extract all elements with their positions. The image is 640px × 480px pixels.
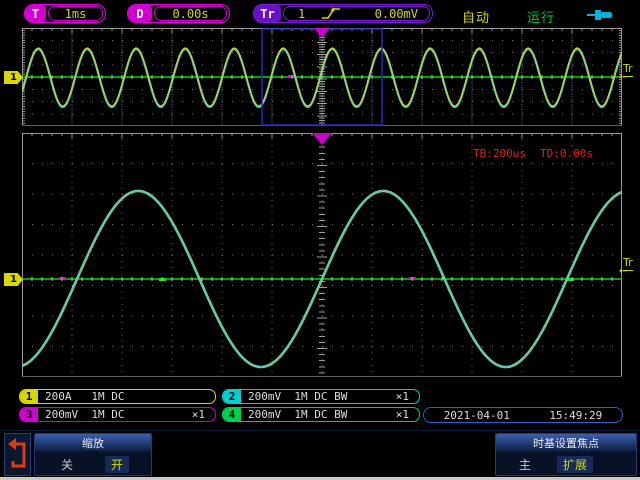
usb-plug-icon <box>586 7 614 26</box>
trigger-level-marker-main[interactable]: Tr ← <box>623 64 640 82</box>
trigger-position-marker[interactable] <box>314 28 330 38</box>
zoom-timebase-readout: TB:200us TD:0.00s <box>473 147 593 160</box>
trigger-mode-label: 自动 <box>462 7 490 26</box>
timebase-readout[interactable]: T 1ms <box>24 4 106 23</box>
channel4-badge: 4 <box>223 408 241 421</box>
channel4-settings: 200mV 1M DC BW <box>248 408 347 421</box>
channel2-info[interactable]: 2 200mV 1M DC BW ×1 <box>222 389 420 404</box>
menu-timebase-focus: 时基设置焦点 主 扩展 <box>495 433 637 476</box>
menu-zoom-title: 缩放 <box>35 434 151 452</box>
menu-zoom: 缩放 关 开 <box>34 433 152 476</box>
zoom-tb-value: TB:200us <box>473 147 526 160</box>
delay-badge: D <box>128 5 152 22</box>
channel3-probe: ×1 <box>192 408 205 421</box>
channel2-badge: 2 <box>223 390 241 403</box>
trigger-readout[interactable]: Tr 1 0.00mV <box>253 4 433 23</box>
channel1-badge: 1 <box>20 390 38 403</box>
ch1-position-marker-main[interactable]: 1 <box>4 71 23 84</box>
oscilloscope-screen: T 1ms D 0.00s Tr 1 0.00mV 自动 运行 1 1 <box>0 0 640 480</box>
return-arrow-icon <box>7 435 29 475</box>
channel1-info[interactable]: 1 200A 1M DC <box>19 389 216 404</box>
channel3-settings: 200mV 1M DC <box>45 408 124 421</box>
trigger-position-marker[interactable] <box>312 133 332 145</box>
channel2-settings: 200mV 1M DC BW <box>248 390 347 403</box>
run-state-label: 运行 <box>527 7 555 26</box>
trigger-badge: Tr <box>254 5 281 22</box>
time-value: 15:49:29 <box>549 409 602 422</box>
menu-back-button[interactable] <box>4 433 31 476</box>
timebase-badge: T <box>25 5 46 22</box>
zoom-waveform-window[interactable] <box>22 133 622 377</box>
channel3-badge: 3 <box>20 408 38 421</box>
channel2-probe: ×1 <box>396 390 409 403</box>
main-waveform-window[interactable] <box>22 28 622 126</box>
delay-readout[interactable]: D 0.00s <box>127 4 230 23</box>
soft-menu-bar: 缩放 关 开 时基设置焦点 主 扩展 <box>0 430 640 478</box>
trigger-level-marker-zoom[interactable]: Tr ← <box>623 258 640 276</box>
ch1-position-marker-zoom[interactable]: 1 <box>4 273 23 286</box>
delay-value: 0.00s <box>152 7 229 21</box>
zoom-off-option[interactable]: 关 <box>55 456 79 473</box>
datetime-display: 2021-04-01 15:49:29 <box>423 407 623 423</box>
channel4-info[interactable]: 4 200mV 1M DC BW ×1 <box>222 407 420 422</box>
date-value: 2021-04-01 <box>444 409 510 422</box>
channel4-probe: ×1 <box>396 408 409 421</box>
channel1-settings: 200A 1M DC <box>45 390 124 403</box>
zoom-on-option[interactable]: 开 <box>105 456 129 473</box>
focus-main-option[interactable]: 主 <box>513 456 537 473</box>
channel3-info[interactable]: 3 200mV 1M DC ×1 <box>19 407 216 422</box>
zoom-td-value: TD:0.00s <box>540 147 593 160</box>
rising-edge-icon <box>321 7 341 20</box>
timebase-value: 1ms <box>46 7 105 21</box>
trigger-level-value: 0.00mV <box>375 7 418 21</box>
trigger-source: 1 <box>298 7 305 21</box>
menu-timebase-focus-title: 时基设置焦点 <box>496 434 636 452</box>
focus-extended-option[interactable]: 扩展 <box>557 456 593 473</box>
